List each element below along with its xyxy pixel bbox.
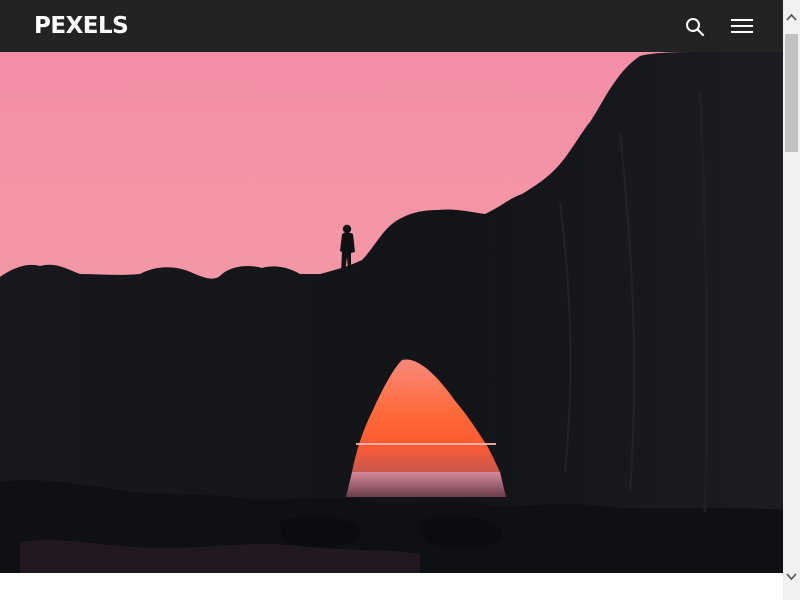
- top-navigation-bar: PEXELS: [0, 0, 783, 52]
- page-viewport: PEXELS: [0, 0, 783, 600]
- scrollbar-thumb[interactable]: [785, 34, 798, 152]
- scroll-down-button[interactable]: [783, 568, 800, 585]
- chevron-up-icon: [786, 13, 797, 21]
- scroll-up-button[interactable]: [783, 8, 800, 25]
- hamburger-menu-icon: [731, 19, 753, 33]
- hero-photo[interactable]: [0, 52, 783, 573]
- chevron-down-icon: [786, 572, 797, 580]
- vertical-scrollbar[interactable]: [783, 0, 800, 600]
- pexels-logo[interactable]: PEXELS: [34, 11, 129, 41]
- search-icon: [686, 18, 705, 37]
- search-button[interactable]: [682, 14, 708, 40]
- hero-photo-artwork: [0, 52, 783, 573]
- menu-button[interactable]: [728, 12, 756, 40]
